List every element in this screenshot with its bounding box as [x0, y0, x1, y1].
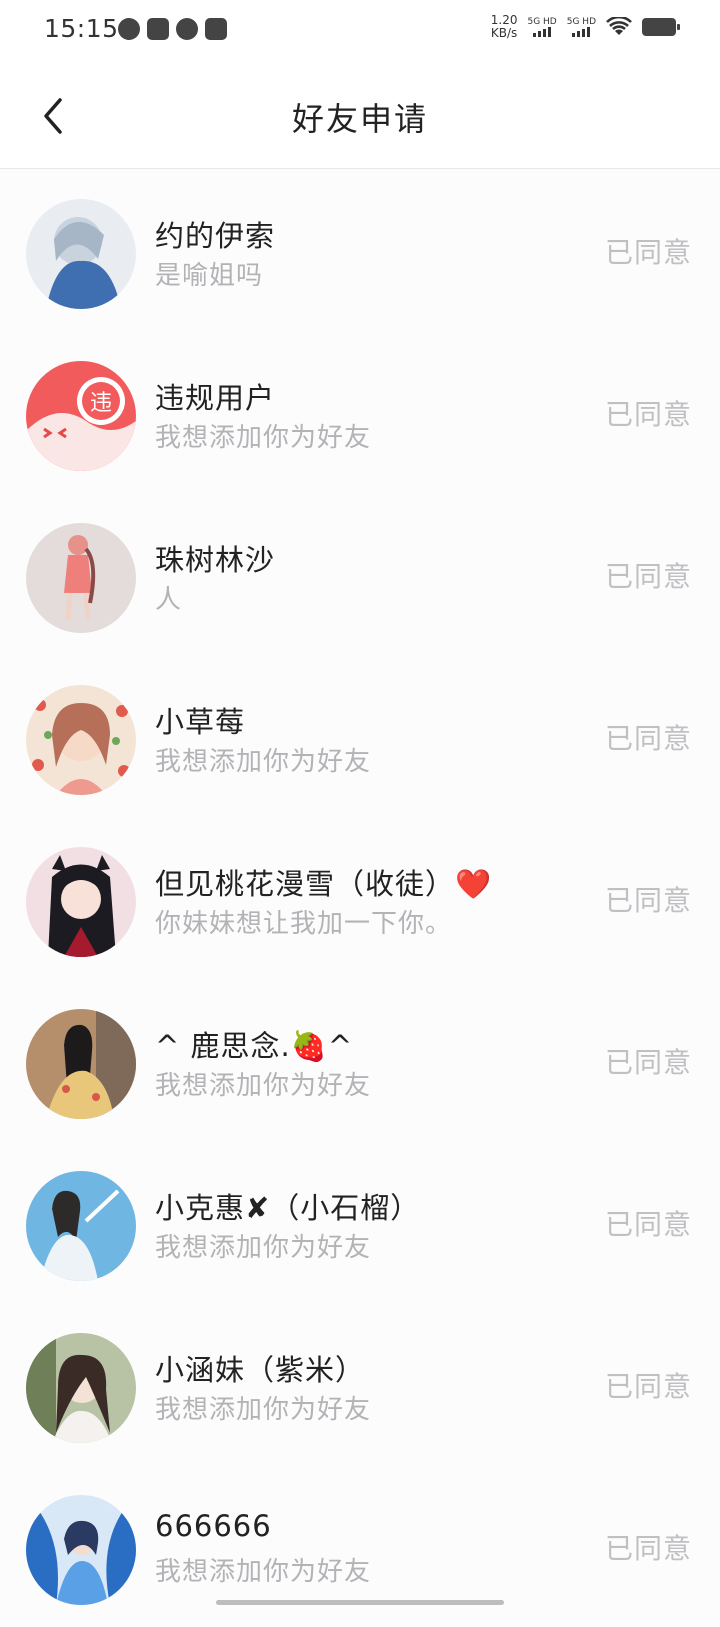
- request-status: 已同意: [604, 1532, 692, 1565]
- friend-request-list: 约的伊索 是喻姐吗 已同意 违 违规用户 我想添加你为好友 已同意 珠树林沙 人…: [0, 169, 720, 1627]
- home-indicator[interactable]: [216, 1600, 504, 1605]
- avatar-image: [26, 523, 136, 633]
- avatar[interactable]: [26, 847, 136, 957]
- request-message: 我想添加你为好友: [155, 423, 372, 453]
- sim1-label: 5G HD: [527, 17, 557, 27]
- requester-name: 但见桃花漫雪（收徒）❤️: [155, 867, 493, 901]
- request-message: 是喻姐吗: [155, 261, 264, 291]
- signal-bars-icon: [527, 27, 556, 37]
- requester-name: 违规用户: [155, 381, 276, 415]
- avatar-image: [26, 1171, 136, 1281]
- request-status: 已同意: [604, 398, 692, 431]
- signal-bars-icon: [567, 27, 596, 37]
- status-bar: 15:15 1.20 KB/s 5G HD 5G HD: [0, 0, 720, 64]
- requester-name: 珠树林沙: [155, 543, 276, 577]
- request-status: 已同意: [604, 560, 692, 593]
- list-item[interactable]: 小克惠✘（小石榴） 我想添加你为好友 已同意: [0, 1141, 720, 1303]
- request-status: 已同意: [604, 884, 692, 917]
- avatar-image: [26, 1333, 136, 1443]
- request-status: 已同意: [604, 1208, 692, 1241]
- list-item[interactable]: 约的伊索 是喻姐吗 已同意: [0, 169, 720, 331]
- list-item[interactable]: ^ 鹿思念.🍓^ 我想添加你为好友 已同意: [0, 979, 720, 1141]
- list-item[interactable]: 小涵妹（紫米） 我想添加你为好友 已同意: [0, 1303, 720, 1465]
- inbox-icon: [205, 18, 227, 40]
- request-status: 已同意: [604, 236, 692, 269]
- requester-name: 666666: [155, 1509, 272, 1543]
- list-item[interactable]: 珠树林沙 人 已同意: [0, 493, 720, 655]
- requester-name: ^ 鹿思念.🍓^: [155, 1029, 354, 1063]
- requester-name: 小涵妹（紫米）: [155, 1353, 366, 1387]
- request-message: 你妹妹想让我加一下你。: [155, 909, 453, 939]
- request-message: 我想添加你为好友: [155, 1557, 372, 1587]
- request-message: 我想添加你为好友: [155, 1071, 372, 1101]
- avatar-image: [26, 847, 136, 957]
- signal-sim1: 5G HD: [527, 17, 557, 37]
- request-status: 已同意: [604, 1370, 692, 1403]
- list-item[interactable]: 违 违规用户 我想添加你为好友 已同意: [0, 331, 720, 493]
- chat-bubble-icon: [176, 18, 198, 40]
- vivo-icon: [147, 18, 169, 40]
- status-right: 1.20 KB/s 5G HD 5G HD: [491, 14, 680, 40]
- network-speed: 1.20 KB/s: [491, 14, 518, 40]
- avatar[interactable]: [26, 1333, 136, 1443]
- violation-badge-text: 违: [90, 391, 112, 416]
- request-message: 人: [155, 585, 183, 615]
- request-status: 已同意: [604, 722, 692, 755]
- avatar[interactable]: [26, 1009, 136, 1119]
- notification-icons: [118, 18, 227, 40]
- wifi-icon: [606, 17, 632, 35]
- requester-name: 小草莓: [155, 705, 246, 739]
- avatar-image: [26, 685, 136, 795]
- list-item[interactable]: 但见桃花漫雪（收徒）❤️ 你妹妹想让我加一下你。 已同意: [0, 817, 720, 979]
- violation-avatar-image: 违: [26, 361, 136, 471]
- requester-name: 小克惠✘（小石榴）: [155, 1191, 421, 1225]
- battery-icon: [642, 18, 680, 36]
- avatar-image: [26, 199, 136, 309]
- avatar[interactable]: 违: [26, 361, 136, 471]
- list-item[interactable]: 小草莓 我想添加你为好友 已同意: [0, 655, 720, 817]
- page-title: 好友申请: [291, 100, 428, 138]
- nav-bar: 好友申请: [0, 64, 720, 169]
- avatar[interactable]: [26, 1171, 136, 1281]
- request-message: 我想添加你为好友: [155, 1395, 372, 1425]
- status-time: 15:15: [44, 14, 119, 43]
- leaf-icon: [118, 18, 140, 40]
- signal-sim2: 5G HD: [567, 17, 596, 37]
- avatar[interactable]: [26, 523, 136, 633]
- requester-name: 约的伊索: [155, 219, 276, 253]
- request-message: 我想添加你为好友: [155, 1233, 372, 1263]
- sim2-label: 5G HD: [566, 17, 596, 27]
- request-message: 我想添加你为好友: [155, 747, 372, 777]
- network-speed-unit: KB/s: [490, 26, 518, 40]
- avatar-image: [26, 1009, 136, 1119]
- avatar[interactable]: [26, 685, 136, 795]
- request-status: 已同意: [604, 1046, 692, 1079]
- avatar[interactable]: [26, 199, 136, 309]
- avatar-image: [26, 1495, 136, 1605]
- avatar[interactable]: [26, 1495, 136, 1605]
